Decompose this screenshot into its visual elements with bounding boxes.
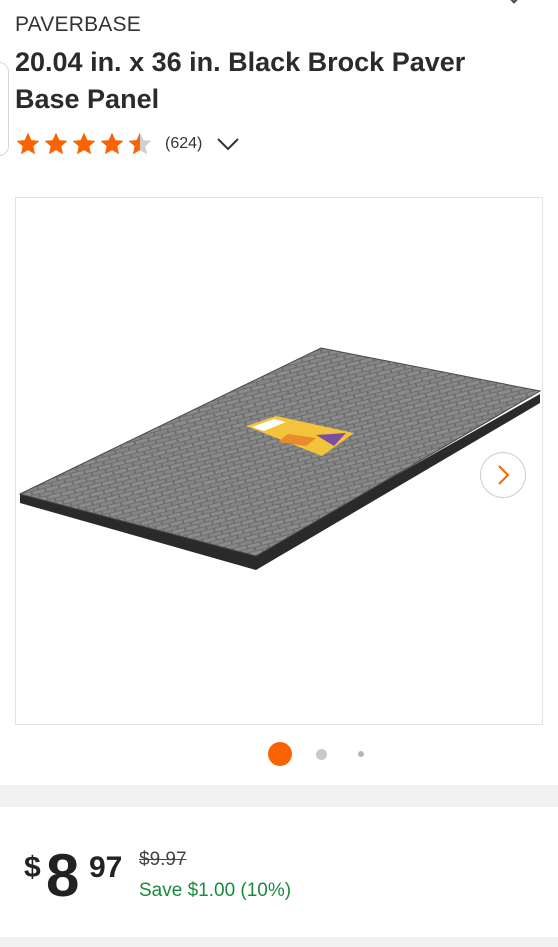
rating-summary[interactable]: (624) — [15, 129, 240, 159]
product-image — [18, 347, 542, 570]
star-icon — [72, 132, 96, 155]
savings-text: Save $1.00 (10%) — [139, 880, 292, 901]
original-price: $9.97 — [139, 849, 187, 870]
pagination-dot-active[interactable] — [268, 742, 292, 766]
brand-name[interactable]: PAVERBASE — [15, 13, 141, 37]
star-icon — [44, 132, 68, 155]
overflow-caret-icon — [508, 0, 520, 4]
product-page: PAVERBASE 20.04 in. x 36 in. Black Brock… — [0, 0, 558, 947]
chevron-down-icon[interactable] — [216, 135, 240, 153]
review-count[interactable]: (624) — [165, 135, 202, 153]
pagination-dot[interactable] — [358, 751, 364, 757]
price-cents: 97 — [89, 851, 123, 884]
product-image-gallery[interactable] — [15, 197, 543, 725]
gallery-pagination — [0, 742, 558, 766]
pagination-dot[interactable] — [316, 749, 327, 760]
product-title: 20.04 in. x 36 in. Black Brock Paver Bas… — [15, 47, 466, 114]
star-icon — [16, 132, 40, 155]
star-rating — [15, 131, 153, 157]
price-currency: $ — [24, 851, 41, 884]
star-half-icon — [128, 132, 152, 155]
gallery-next-button[interactable] — [480, 452, 526, 498]
side-drawer-tab[interactable] — [0, 62, 9, 156]
price-card: $ 8 97 $9.97 Save $1.00 (10%) — [0, 807, 558, 937]
price-whole: 8 — [46, 842, 80, 909]
star-icon — [100, 132, 124, 155]
product-overview-card: PAVERBASE 20.04 in. x 36 in. Black Brock… — [0, 0, 558, 785]
chevron-right-icon — [498, 465, 510, 485]
